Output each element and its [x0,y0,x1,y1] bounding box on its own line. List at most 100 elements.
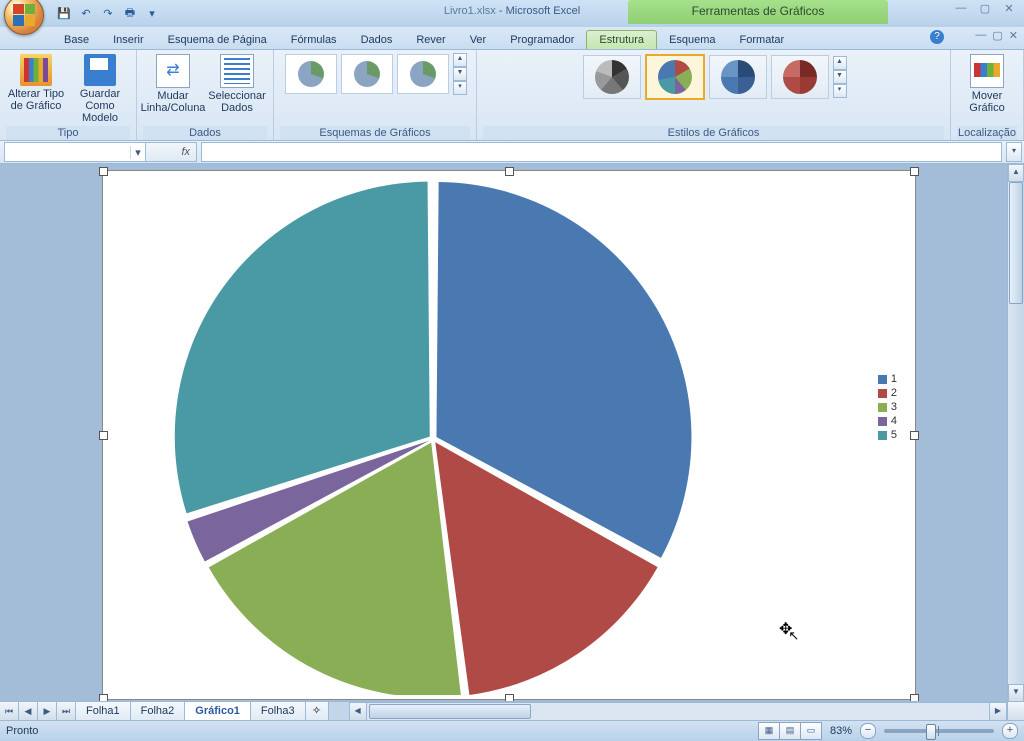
sheet-tab-folha3[interactable]: Folha3 [251,702,306,721]
new-sheet-icon[interactable]: ✧ [306,702,329,721]
qat-dropdown-icon[interactable]: ▾ [144,6,160,22]
sheet-tab-grafico1[interactable]: Gráfico1 [185,702,251,721]
zoom-percent[interactable]: 83% [830,725,852,737]
tab-esquema-pagina[interactable]: Esquema de Página [156,31,279,49]
view-pagebreak-icon[interactable]: ▭ [800,722,822,740]
wb-restore-icon[interactable]: ▢ [992,29,1002,42]
undo-icon[interactable]: ↶ [78,6,94,22]
resize-handle-tl[interactable] [99,167,108,176]
legend-item-1[interactable]: 1 [878,373,897,385]
group-esquemas: ▲ ▼ ▾ Esquemas de Gráficos [274,50,477,140]
wb-close-icon[interactable]: ✕ [1009,29,1018,42]
chart-legend[interactable]: 1 2 3 4 5 [878,371,897,443]
chart-area[interactable]: 12345 ✥↖ [102,170,916,700]
group-tipo-label: Tipo [6,126,130,140]
zoom-thumb[interactable] [926,724,936,740]
legend-item-5[interactable]: 5 [878,429,897,441]
resize-handle-ml[interactable] [99,431,108,440]
scroll-up-icon[interactable]: ▲ [1008,164,1024,182]
resize-handle-tm[interactable] [505,167,514,176]
layouts-down-icon[interactable]: ▼ [453,67,467,81]
sheet-nav-prev-icon[interactable]: ◀ [19,702,38,721]
tab-rever[interactable]: Rever [404,31,457,49]
vertical-scrollbar[interactable]: ▲ ▼ [1007,164,1024,702]
formula-input[interactable] [201,142,1002,162]
sheet-nav-next-icon[interactable]: ▶ [38,702,57,721]
style-thumb-3[interactable] [709,55,767,99]
wb-minimize-icon[interactable]: — [975,29,986,42]
group-dados: Mudar Linha/Coluna Seleccionar Dados Dad… [137,50,274,140]
legend-swatch-icon [878,417,887,426]
name-box[interactable]: ▾ [4,142,146,162]
hscroll-left-icon[interactable]: ◀ [349,702,367,721]
sheet-tab-folha1[interactable]: Folha1 [76,702,131,721]
styles-up-icon[interactable]: ▲ [833,56,847,70]
tab-base[interactable]: Base [52,31,101,49]
layout-thumb-3[interactable] [397,54,449,94]
legend-label: 5 [891,429,897,441]
legend-item-2[interactable]: 2 [878,387,897,399]
zoom-slider[interactable] [884,729,994,733]
tab-programador[interactable]: Programador [498,31,586,49]
sheet-nav-first-icon[interactable]: ⏮ [0,702,19,721]
tab-formulas[interactable]: Fórmulas [279,31,349,49]
mudar-linha-coluna-button[interactable]: Mudar Linha/Coluna [143,52,203,114]
name-box-dropdown-icon[interactable]: ▾ [130,146,145,159]
zoom-out-icon[interactable]: − [860,723,876,739]
seleccionar-label: Seleccionar Dados [207,90,267,114]
minimize-icon[interactable]: — [952,2,970,15]
seleccionar-dados-button[interactable]: Seleccionar Dados [207,52,267,114]
style-thumb-2[interactable] [645,54,705,100]
tab-inserir[interactable]: Inserir [101,31,156,49]
mover-grafico-button[interactable]: Mover Gráfico [957,52,1017,114]
hscroll-right-icon[interactable]: ▶ [989,702,1007,721]
styles-more-icon[interactable]: ▾ [833,84,847,98]
tab-esquema[interactable]: Esquema [657,31,727,49]
hscroll-track[interactable] [367,702,989,721]
tab-estrutura[interactable]: Estrutura [586,30,657,49]
sheet-tab-folha2[interactable]: Folha2 [131,702,186,721]
help-icon[interactable]: ? [930,30,944,44]
horizontal-scrollbar[interactable]: ◀ ▶ [349,702,1007,721]
layout-thumb-2[interactable] [341,54,393,94]
mudar-linha-label: Mudar Linha/Coluna [141,90,206,114]
styles-down-icon[interactable]: ▼ [833,70,847,84]
view-normal-icon[interactable]: ▦ [758,722,780,740]
tab-dados[interactable]: Dados [349,31,405,49]
group-tipo: Alterar Tipo de Gráfico Guardar Como Mod… [0,50,137,140]
view-layout-icon[interactable]: ▤ [779,722,801,740]
alterar-tipo-grafico-button[interactable]: Alterar Tipo de Gráfico [6,52,66,124]
tab-ver[interactable]: Ver [458,31,499,49]
print-icon[interactable]: 🖶 [122,6,138,22]
layouts-up-icon[interactable]: ▲ [453,53,467,67]
restore-icon[interactable]: ▢ [976,2,994,15]
styles-spinner: ▲ ▼ ▾ [833,56,847,98]
expand-formula-bar-icon[interactable]: ▾ [1006,142,1022,162]
guardar-como-modelo-button[interactable]: Guardar Como Modelo [70,52,130,124]
layout-thumb-1[interactable] [285,54,337,94]
hscroll-thumb[interactable] [369,704,531,719]
office-logo-icon [13,4,35,26]
legend-item-3[interactable]: 3 [878,401,897,413]
layouts-more-icon[interactable]: ▾ [453,81,467,95]
legend-item-4[interactable]: 4 [878,415,897,427]
group-local-label: Localização [957,126,1017,140]
fx-icon[interactable]: fx [175,146,196,158]
pie-plot[interactable] [153,177,713,695]
pie-slice-5[interactable] [175,182,430,514]
vscroll-thumb[interactable] [1009,182,1023,304]
tab-formatar[interactable]: Formatar [728,31,797,49]
layouts-spinner: ▲ ▼ ▾ [453,53,467,95]
app-name: Microsoft Excel [506,5,581,17]
sheet-nav-last-icon[interactable]: ⏭ [57,702,76,721]
redo-icon[interactable]: ↷ [100,6,116,22]
save-icon[interactable]: 💾 [56,6,72,22]
style-thumb-4[interactable] [771,55,829,99]
title-bar: 💾 ↶ ↷ 🖶 ▾ Livro1.xlsx - Microsoft Excel … [0,0,1024,27]
zoom-in-icon[interactable]: + [1002,723,1018,739]
close-icon[interactable]: ✕ [1000,2,1018,15]
resize-handle-tr[interactable] [910,167,919,176]
resize-handle-mr[interactable] [910,431,919,440]
scroll-down-icon[interactable]: ▼ [1008,684,1024,702]
style-thumb-1[interactable] [583,55,641,99]
